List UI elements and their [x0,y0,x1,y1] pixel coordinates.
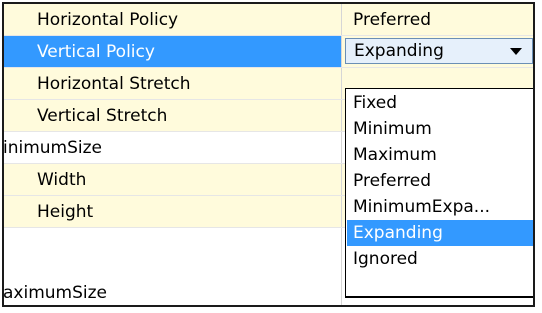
chevron-down-icon[interactable] [510,48,522,55]
property-name-cell: inimumSize [4,132,342,163]
property-editor: Horizontal Policy Preferred Vertical Pol… [2,2,535,307]
property-value: Preferred [353,10,432,30]
vertical-policy-dropdown-list[interactable]: Fixed Minimum Maximum Preferred MinimumE… [345,88,533,298]
property-name: Vertical Policy [37,42,155,62]
property-row-horizontal-policy[interactable]: Horizontal Policy Preferred [4,4,533,36]
dropdown-option-fixed[interactable]: Fixed [347,90,533,116]
vertical-policy-combobox[interactable]: Expanding [345,38,533,64]
option-label: Preferred [353,171,432,191]
property-row-vertical-policy[interactable]: Vertical Policy Expanding [4,36,533,68]
option-label: Fixed [353,93,398,113]
dropdown-option-maximum[interactable]: Maximum [347,142,533,168]
dropdown-option-expanding[interactable]: Expanding [347,220,533,246]
property-name-cell: Vertical Policy [4,36,342,67]
property-name-cell: aximumSize [4,228,342,305]
combobox-value: Expanding [354,41,444,61]
property-name: Horizontal Stretch [37,74,191,94]
option-label: Minimum [353,119,432,139]
property-name: inimumSize [4,138,103,158]
property-name: Width [37,170,87,190]
dropdown-option-ignored[interactable]: Ignored [347,246,533,272]
property-name: Vertical Stretch [37,106,168,126]
option-label: MinimumExpa... [353,197,491,217]
dropdown-option-minimum[interactable]: Minimum [347,116,533,142]
option-label: Maximum [353,145,437,165]
property-name-cell: Horizontal Policy [4,4,342,35]
property-name: aximumSize [4,283,107,303]
property-name: Horizontal Policy [37,10,179,30]
dropdown-option-minimum-expanding[interactable]: MinimumExpa... [347,194,533,220]
dropdown-option-preferred[interactable]: Preferred [347,168,533,194]
option-label: Ignored [353,249,418,269]
property-name-cell: Height [4,196,342,227]
property-name-cell: Width [4,164,342,195]
property-value-cell[interactable]: Preferred [343,4,533,35]
property-name-cell: Horizontal Stretch [4,68,342,99]
property-name-cell: Vertical Stretch [4,100,342,131]
property-name: Height [37,202,94,222]
option-label: Expanding [353,223,443,243]
